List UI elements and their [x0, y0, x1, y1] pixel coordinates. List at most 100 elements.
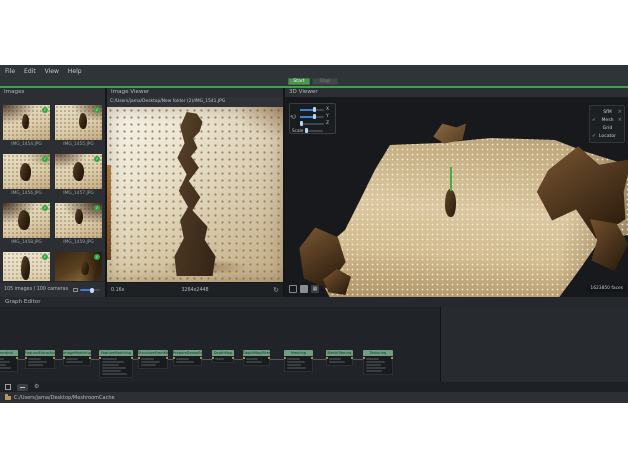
statue-silhouette — [81, 261, 89, 275]
output-pin[interactable] — [351, 357, 353, 359]
axis-slider-x[interactable]: X — [300, 107, 330, 112]
output-pin[interactable] — [89, 357, 91, 359]
menu-bar: File Edit View Help — [0, 65, 628, 77]
image-thumbnail[interactable]: ✓IMG_1456.JPG — [3, 154, 50, 197]
thumbnail-filename: IMG_1458.JPG — [3, 238, 50, 246]
wireframe-toggle[interactable] — [289, 285, 297, 293]
thumbnail-photo[interactable]: ✓ — [3, 203, 50, 238]
input-pin[interactable] — [243, 357, 245, 359]
thumbnail-size-track[interactable] — [80, 289, 100, 291]
scale-slider[interactable]: Scale — [292, 128, 323, 133]
reconstructed-check-icon: ✓ — [94, 107, 100, 113]
layer-mesh[interactable]: ✓Mesh× — [592, 116, 622, 124]
output-pin[interactable] — [268, 357, 270, 359]
input-pin[interactable] — [25, 357, 27, 359]
node-connection — [270, 359, 284, 360]
menu-help[interactable]: Help — [68, 68, 82, 75]
fit-view-icon[interactable] — [5, 384, 11, 390]
view-toggles: ▦ — [289, 285, 319, 293]
input-pin[interactable] — [212, 357, 214, 359]
graph-node-depthmapfilter[interactable]: DepthMapFilter — [243, 350, 270, 366]
output-pin[interactable] — [232, 357, 234, 359]
axis-slider-z[interactable]: Z — [300, 121, 330, 126]
thumbnail-photo[interactable]: ✓ — [55, 105, 102, 140]
graph-node-structurefrommotion[interactable]: StructureFromMotion — [138, 350, 168, 369]
graph-node-texturing[interactable]: Texturing — [363, 350, 393, 375]
image-path-label: C:/Users/jama/Desktop/New folder (2)/IMG… — [107, 97, 283, 107]
textured-toggle[interactable]: ▦ — [311, 285, 319, 293]
input-pin[interactable] — [363, 357, 365, 359]
graph-node-preparedensescene[interactable]: PrepareDenseScene — [173, 350, 202, 366]
faces-count-badge: 1623850 faces — [587, 285, 626, 292]
cache-path-label: C:/Users/jama/Desktop/MeshroomCache — [14, 395, 115, 401]
thumbnail-photo[interactable]: ✓ — [3, 105, 50, 140]
graph-node-featurematching[interactable]: FeatureMatching — [99, 350, 133, 378]
start-button[interactable]: Start — [288, 78, 310, 85]
menu-file[interactable]: File — [5, 68, 15, 75]
input-pin[interactable] — [99, 357, 101, 359]
reconstructed-check-icon: ✓ — [42, 156, 48, 162]
image-thumbnail[interactable]: ✓IMG_1458.JPG — [3, 203, 50, 246]
node-connection — [234, 359, 243, 360]
photo-wood-edge — [107, 165, 111, 260]
layer-sfm[interactable]: SfM× — [592, 108, 622, 116]
image-viewer-panel: Image Viewer C:/Users/jama/Desktop/New f… — [107, 88, 283, 297]
reload-icon[interactable]: ↻ — [273, 286, 279, 295]
close-icon[interactable]: × — [617, 117, 622, 123]
output-pin[interactable] — [200, 357, 202, 359]
image-thumbnail[interactable]: ✓IMG_1454.JPG — [3, 105, 50, 148]
close-icon[interactable]: × — [617, 109, 622, 115]
layer-list: SfM×✓Mesh×Grid✓Locator — [589, 105, 625, 143]
trackball-controls[interactable]: ↻ X Y Z Scale — [289, 103, 336, 134]
output-pin[interactable] — [131, 357, 133, 359]
graph-canvas[interactable]: CameraInit FeatureExtraction ImageMatching… — [0, 307, 628, 382]
graph-node-meshfiltering[interactable]: MeshFiltering — [326, 350, 353, 366]
thumbnail-size-knob[interactable] — [90, 288, 94, 293]
graph-node-depthmap[interactable]: DepthMap — [212, 350, 234, 363]
image-thumbnail[interactable]: ✓IMG_1459.JPG — [55, 203, 102, 246]
solid-toggle[interactable] — [300, 285, 308, 293]
stop-button[interactable]: Stop — [312, 78, 338, 85]
thumbnail-photo[interactable]: ✓ — [55, 203, 102, 238]
graph-node-imagematching[interactable]: ImageMatching — [63, 350, 91, 366]
gear-icon[interactable]: ⚙ — [34, 383, 39, 391]
axis-slider-y[interactable]: Y — [300, 114, 330, 119]
image-thumbnail[interactable]: ✓IMG_1457.JPG — [55, 154, 102, 197]
thumbnail-filename: IMG_1459.JPG — [55, 238, 102, 246]
images-panel-title: Images — [0, 88, 105, 97]
input-pin[interactable] — [284, 357, 286, 359]
image-thumbnail[interactable]: ✓IMG_1455.JPG — [55, 105, 102, 148]
rotate-icon[interactable]: ↻ — [289, 112, 299, 122]
input-pin[interactable] — [63, 357, 65, 359]
meshroom-window: FileEditViewHelp Start Stop Images ✓IMG_… — [0, 65, 628, 403]
input-pin[interactable] — [138, 357, 140, 359]
input-pin[interactable] — [173, 357, 175, 359]
thumbnail-size-slider[interactable] — [73, 288, 100, 292]
output-pin[interactable] — [166, 357, 168, 359]
photo-view[interactable] — [107, 107, 283, 282]
output-pin[interactable] — [16, 357, 18, 359]
menu-edit[interactable]: Edit — [24, 68, 36, 75]
statue-silhouette — [75, 209, 83, 224]
output-pin[interactable] — [53, 357, 55, 359]
menu-view[interactable]: View — [45, 68, 59, 75]
output-pin[interactable] — [311, 357, 313, 359]
layer-grid[interactable]: Grid — [592, 124, 622, 132]
toolbar: Start Stop — [0, 77, 628, 86]
node-connection — [55, 359, 63, 360]
graph-editor-title: Graph Editor — [0, 297, 628, 307]
folder-icon — [5, 396, 11, 400]
thumbnail-photo[interactable]: ✓ — [55, 154, 102, 189]
graph-node-meshing[interactable]: Meshing — [284, 350, 313, 372]
node-attributes-pane — [440, 307, 628, 382]
viewer3d-title: 3D Viewer — [285, 88, 628, 97]
node-connection — [353, 359, 363, 360]
scene-3d[interactable]: ↻ X Y Z Scale — [285, 97, 628, 297]
layer-locator[interactable]: ✓Locator — [592, 132, 622, 140]
thumbnail-photo[interactable]: ✓ — [3, 154, 50, 189]
graph-node-featureextraction[interactable]: FeatureExtraction — [25, 350, 55, 369]
input-pin[interactable] — [326, 357, 328, 359]
graph-node-camerainit[interactable]: CameraInit — [0, 350, 18, 372]
collapse-nodes-button[interactable] — [17, 384, 28, 391]
output-pin[interactable] — [391, 357, 393, 359]
